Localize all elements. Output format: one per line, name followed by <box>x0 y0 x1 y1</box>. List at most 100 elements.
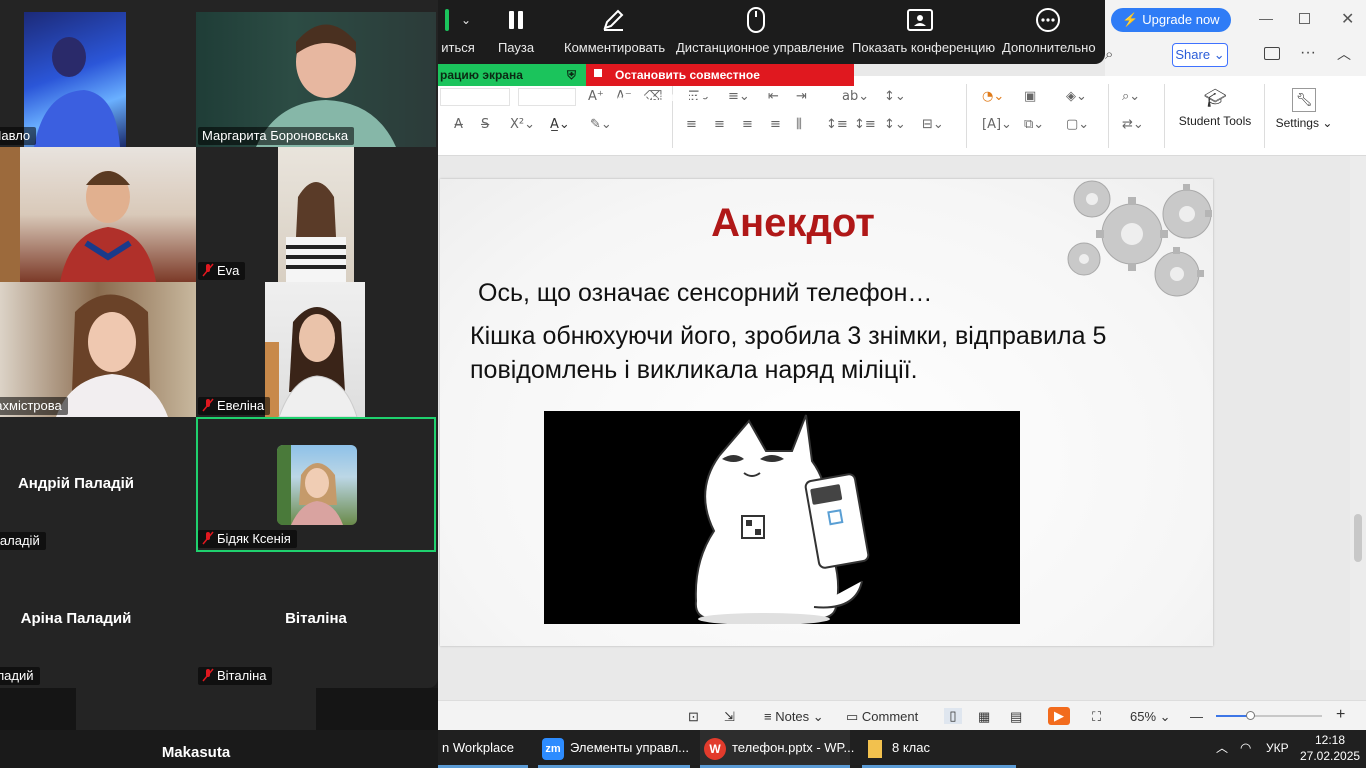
font-name-select[interactable] <box>440 88 510 106</box>
stop-share-button[interactable]: Остановить совместное использование <box>586 64 854 104</box>
taskbar-app-wps[interactable]: Wтелефон.pptx - WP... <box>700 730 854 768</box>
graduation-cap-icon: 🎓︎ <box>1203 88 1227 108</box>
participant-center-name: Віталіна <box>285 610 347 627</box>
reading-view-icon[interactable]: ▤ <box>1010 709 1022 725</box>
minimize-icon[interactable] <box>1259 19 1273 20</box>
show-meeting-button[interactable]: Показать конференцию <box>852 0 995 64</box>
strikethrough-icon[interactable]: A̶ <box>454 117 463 133</box>
underline-s-icon[interactable]: S̶ <box>481 117 489 133</box>
taskbar-app-label: телефон.pptx - WP... <box>732 740 855 755</box>
shapes-icon[interactable]: ◔⌄ <box>982 89 1004 105</box>
participant-tile[interactable]: Андрій Паладій дрій Паладій <box>0 417 196 552</box>
taskbar-app-zoom[interactable]: zm Элементы управл... <box>542 730 692 768</box>
align-left-icon[interactable]: ≡ <box>686 117 697 133</box>
more-options-icon[interactable]: ··· <box>1300 44 1316 62</box>
bolt-icon: ⚡ <box>1122 12 1139 27</box>
comment-bubble-icon[interactable] <box>1264 47 1280 60</box>
participant-tile-active-speaker[interactable]: Бідяк Ксенія <box>196 417 436 552</box>
notes-label: Notes <box>775 709 810 724</box>
text-direction-icon[interactable]: ab⌄ <box>842 89 869 105</box>
find-icon[interactable]: ⌕⌄ <box>1122 89 1140 105</box>
line-spacing-icon[interactable]: ↕≡ <box>826 117 848 133</box>
participant-tile[interactable]: яна Рахмістрова <box>0 282 196 417</box>
participant-center-name: Makasuta <box>161 744 231 761</box>
participant-tile[interactable]: кнєв Павло <box>0 12 196 147</box>
slide-canvas[interactable]: Анекдот Ось, що означає сенсорний телефо… <box>440 179 1213 646</box>
numbering-icon[interactable]: ≡⌄ <box>728 89 750 105</box>
normal-view-icon[interactable]: ▯ <box>944 708 962 724</box>
participant-tile[interactable]: Аріна Паладий на Паладий <box>0 552 196 687</box>
settings-button[interactable]: 🔧︎ Settings ⌄ <box>1270 88 1338 130</box>
sort-icon[interactable]: ↕⌄ <box>884 89 906 105</box>
columns-icon[interactable]: ⫼ <box>796 117 802 133</box>
participant-video <box>278 147 354 282</box>
annotate-button[interactable]: Комментировать <box>564 0 665 64</box>
zoom-level[interactable]: 65% ⌄ <box>1130 709 1171 725</box>
vertical-scrollbar[interactable] <box>1350 156 1366 670</box>
close-icon[interactable]: ✕ <box>1341 9 1354 29</box>
upgrade-now-label: Upgrade now <box>1142 12 1220 27</box>
scrollbar-thumb[interactable] <box>1354 514 1362 562</box>
align-center-icon[interactable]: ≡ <box>714 117 725 133</box>
paragraph-spacing-icon[interactable]: ↕≡ <box>854 117 876 133</box>
collapse-ribbon-icon[interactable]: ︿ <box>1337 44 1351 64</box>
justify-icon[interactable]: ≡ <box>770 117 781 133</box>
fit-page-icon[interactable]: ⊡ <box>688 709 699 725</box>
increase-font-icon[interactable]: A⁺ <box>588 89 604 105</box>
slide-show-from-current-icon[interactable]: ⇲ <box>724 709 735 725</box>
zoom-in-icon[interactable]: + <box>1336 706 1345 724</box>
stop-share-partial-button[interactable]: ⌄ иться <box>436 0 480 64</box>
slide-title[interactable]: Анекдот <box>440 201 1146 246</box>
pause-share-button[interactable]: Пауза <box>490 0 542 64</box>
zoom-out-icon[interactable]: — <box>1190 709 1203 724</box>
participant-tile[interactable]: Віталіна Віталіна <box>196 552 436 687</box>
stop-share-label: иться <box>441 40 475 55</box>
share-button[interactable]: Share ⌄ <box>1172 43 1228 67</box>
cat-with-phone-image[interactable] <box>544 411 1020 624</box>
replace-icon[interactable]: ⇄⌄ <box>1122 117 1144 133</box>
participant-tile[interactable]: Евеліна <box>196 282 436 417</box>
remote-control-button[interactable]: Дистанционное управление <box>676 0 844 64</box>
notes-button[interactable]: ≡ Notes ⌄ <box>764 709 824 725</box>
taskbar-app-explorer[interactable]: 8 клас <box>868 730 1018 768</box>
participant-tile[interactable]: Eva <box>196 147 436 282</box>
decrease-indent-icon[interactable]: ⇤ <box>768 89 779 105</box>
participant-name: яна Рахмістрова <box>0 398 62 413</box>
font-size-select[interactable] <box>518 88 576 106</box>
comment-button[interactable]: ▭ Comment <box>846 709 918 725</box>
slide-text-line-2[interactable]: Кішка обнюхуючи його, зробила 3 знімки, … <box>470 319 1200 387</box>
wps-app-icon: W <box>704 737 726 760</box>
arrange-icon[interactable]: ⧉⌄ <box>1024 117 1044 133</box>
show-hidden-icons[interactable]: ︿ <box>1216 730 1228 768</box>
font-color-icon[interactable]: A̲⌄ <box>550 117 570 133</box>
text-box-icon[interactable]: [A]⌄ <box>982 117 1012 133</box>
slide-sorter-icon[interactable]: ▦ <box>978 709 990 725</box>
more-button[interactable]: Дополнительно <box>1002 0 1096 64</box>
spacing-menu-icon[interactable]: ↕⌄ <box>884 117 906 133</box>
zoom-slider-handle[interactable] <box>1246 711 1255 720</box>
screen-share-status-banner: рацию экрана ⛨ <box>438 64 586 86</box>
participant-tile[interactable] <box>76 688 316 730</box>
slide-text-line-1[interactable]: Ось, що означає сенсорний телефон… <box>478 279 932 308</box>
fit-window-icon[interactable]: ⛶ <box>1092 709 1101 725</box>
participant-tile[interactable]: ем <box>0 147 196 282</box>
taskbar-app-workplace[interactable]: n Workplace <box>442 730 528 768</box>
restore-icon[interactable] <box>1299 13 1310 24</box>
outline-icon[interactable]: ▢⌄ <box>1066 117 1089 133</box>
participant-name-bar: Маргарита Бороновська <box>198 127 355 145</box>
upgrade-now-button[interactable]: ⚡ Upgrade now <box>1111 8 1231 32</box>
increase-indent-icon[interactable]: ⇥ <box>796 89 807 105</box>
search-icon[interactable]: ⌕ <box>1105 46 1113 63</box>
wifi-icon[interactable]: ◠ <box>1240 730 1251 768</box>
superscript-icon[interactable]: X²⌄ <box>510 117 535 133</box>
language-indicator[interactable]: УКР <box>1266 730 1289 768</box>
participant-tile[interactable]: Маргарита Бороновська <box>196 12 436 147</box>
align-right-icon[interactable]: ≡ <box>742 117 753 133</box>
text-box-align-icon[interactable]: ⊟⌄ <box>922 117 944 133</box>
play-slideshow-icon[interactable]: ▶ <box>1048 707 1070 725</box>
highlight-icon[interactable]: ✎⌄ <box>590 117 612 133</box>
fill-icon[interactable]: ◈⌄ <box>1066 89 1087 105</box>
student-tools-button[interactable]: 🎓︎ Student Tools <box>1172 88 1258 128</box>
system-clock[interactable]: 12:18 27.02.2025 <box>1300 732 1360 764</box>
picture-icon[interactable]: ▣ <box>1024 89 1036 105</box>
